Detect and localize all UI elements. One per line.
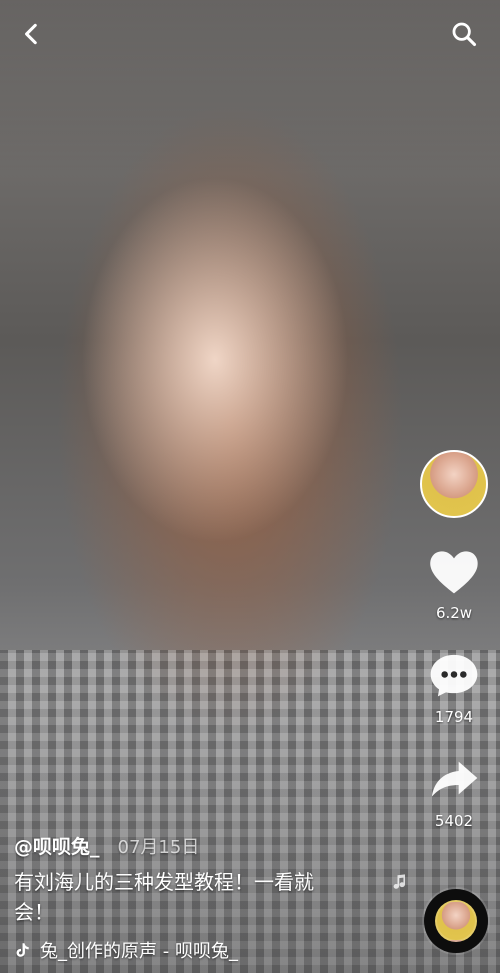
share-arrow-icon: [431, 761, 478, 797]
heart-icon: [430, 551, 478, 594]
creator-avatar[interactable]: [420, 450, 488, 518]
back-button[interactable]: [10, 12, 54, 56]
post-description-line: 会！: [14, 900, 54, 924]
comment-bubble-icon: [430, 654, 478, 697]
post-meta: @呗呗兔_ 07月15日: [14, 832, 374, 859]
music-note-icon: [390, 873, 408, 895]
author-username[interactable]: @呗呗兔_: [14, 832, 100, 859]
disc-cover: [435, 900, 477, 942]
likes-count: 6.2w: [435, 604, 473, 622]
like-action[interactable]: 6.2w: [418, 544, 490, 622]
music-info[interactable]: 兔_创作的原声 - 呗呗兔_: [14, 937, 374, 963]
chevron-left-icon: [25, 23, 37, 45]
music-title: 兔_创作的原声 - 呗呗兔_: [40, 941, 238, 962]
share-action[interactable]: 5402: [418, 752, 490, 830]
search-icon: [452, 22, 477, 47]
post-caption: @呗呗兔_ 07月15日 有刘海儿的三种发型教程！一看就 会！ 兔_创作的原声 …: [14, 832, 374, 963]
post-description: 有刘海儿的三种发型教程！一看就 会！: [14, 867, 374, 927]
comments-count: 1794: [434, 708, 474, 726]
music-disc[interactable]: [424, 889, 488, 953]
tiktok-note-icon: [16, 943, 29, 957]
comment-action[interactable]: 1794: [418, 648, 490, 726]
action-rail: 6.2w 1794 5402: [418, 450, 490, 830]
post-date: 07月15日: [117, 837, 200, 858]
search-button[interactable]: [442, 12, 486, 56]
shares-count: 5402: [434, 812, 474, 830]
post-description-line: 有刘海儿的三种发型教程！一看就: [14, 870, 314, 894]
